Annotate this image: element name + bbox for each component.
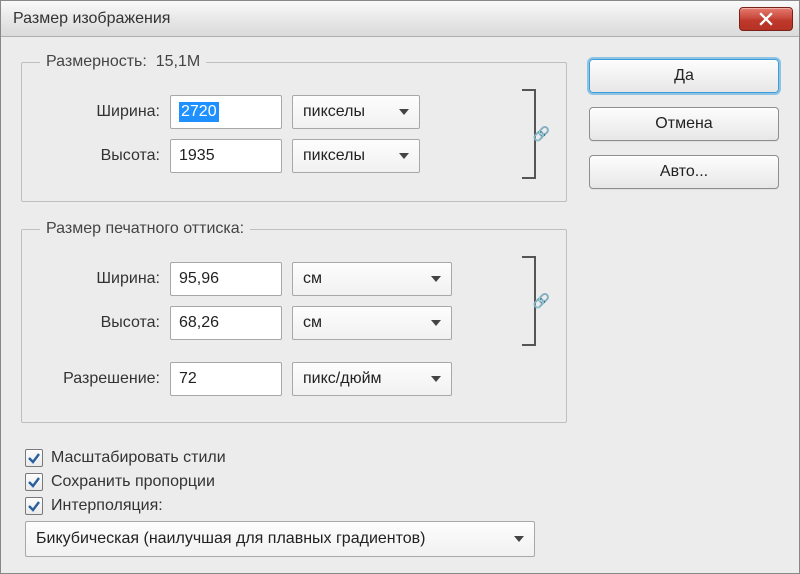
close-button[interactable] xyxy=(739,7,793,31)
chevron-down-icon xyxy=(514,536,524,542)
auto-button[interactable]: Авто... xyxy=(589,155,779,189)
resolution-unit-value: пикс/дюйм xyxy=(303,370,382,388)
chain-icon[interactable]: 🔗 xyxy=(533,126,550,143)
aspect-link-pixel: 🔗 xyxy=(512,85,548,183)
chevron-down-icon xyxy=(399,153,409,159)
print-width-input[interactable] xyxy=(170,262,282,296)
window-title: Размер изображения xyxy=(13,10,170,28)
resolution-label: Разрешение: xyxy=(40,370,160,388)
print-height-label: Высота: xyxy=(40,314,160,332)
chevron-down-icon xyxy=(431,276,441,282)
image-size-dialog: Размер изображения Размерность: 15,1M Ши… xyxy=(0,0,800,574)
check-icon xyxy=(27,499,41,513)
height-unit-value: пикселы xyxy=(303,147,365,165)
chevron-down-icon xyxy=(431,320,441,326)
cancel-button-label: Отмена xyxy=(655,115,712,133)
print-width-label: Ширина: xyxy=(40,270,160,288)
document-size-group: Размер печатного оттиска: Ширина: см xyxy=(21,220,567,423)
close-icon xyxy=(759,12,773,26)
ok-button-label: Да xyxy=(674,67,694,85)
interp-method-select[interactable]: Бикубическая (наилучшая для плавных град… xyxy=(25,521,535,557)
pixel-dimensions-group: Размерность: 15,1M Ширина: 2720 пикселы xyxy=(21,53,567,202)
print-height-unit-value: см xyxy=(303,314,322,332)
aspect-link-print: 🔗 xyxy=(512,252,548,350)
print-width-unit-select[interactable]: см xyxy=(292,262,452,296)
cancel-button[interactable]: Отмена xyxy=(589,107,779,141)
resolution-input[interactable] xyxy=(170,362,282,396)
width-input[interactable]: 2720 xyxy=(170,95,282,129)
chevron-down-icon xyxy=(431,376,441,382)
filesize-text: 15,1M xyxy=(156,53,200,70)
print-height-input[interactable] xyxy=(170,306,282,340)
height-label: Высота: xyxy=(40,147,160,165)
resolution-unit-select[interactable]: пикс/дюйм xyxy=(292,362,452,396)
titlebar: Размер изображения xyxy=(1,1,799,37)
width-unit-select[interactable]: пикселы xyxy=(292,95,420,129)
interp-checkbox[interactable] xyxy=(25,497,43,515)
ok-button[interactable]: Да xyxy=(589,59,779,93)
width-value: 2720 xyxy=(179,102,219,122)
chain-icon[interactable]: 🔗 xyxy=(533,293,550,310)
height-unit-select[interactable]: пикселы xyxy=(292,139,420,173)
chevron-down-icon xyxy=(399,109,409,115)
width-label: Ширина: xyxy=(40,103,160,121)
check-icon xyxy=(27,475,41,489)
check-icon xyxy=(27,451,41,465)
constrain-label: Сохранить пропорции xyxy=(51,473,215,491)
interp-label: Интерполяция: xyxy=(51,497,163,515)
constrain-checkbox[interactable] xyxy=(25,473,43,491)
width-unit-value: пикселы xyxy=(303,103,365,121)
auto-button-label: Авто... xyxy=(660,163,708,181)
scale-styles-checkbox[interactable] xyxy=(25,449,43,467)
document-size-legend: Размер печатного оттиска: xyxy=(40,220,250,238)
print-height-unit-select[interactable]: см xyxy=(292,306,452,340)
legend-prefix: Размерность: xyxy=(46,53,147,70)
scale-styles-label: Масштабировать стили xyxy=(51,449,226,467)
pixel-dimensions-legend: Размерность: 15,1M xyxy=(40,53,206,71)
height-input[interactable] xyxy=(170,139,282,173)
interp-method-value: Бикубическая (наилучшая для плавных град… xyxy=(36,530,425,548)
print-width-unit-value: см xyxy=(303,270,322,288)
